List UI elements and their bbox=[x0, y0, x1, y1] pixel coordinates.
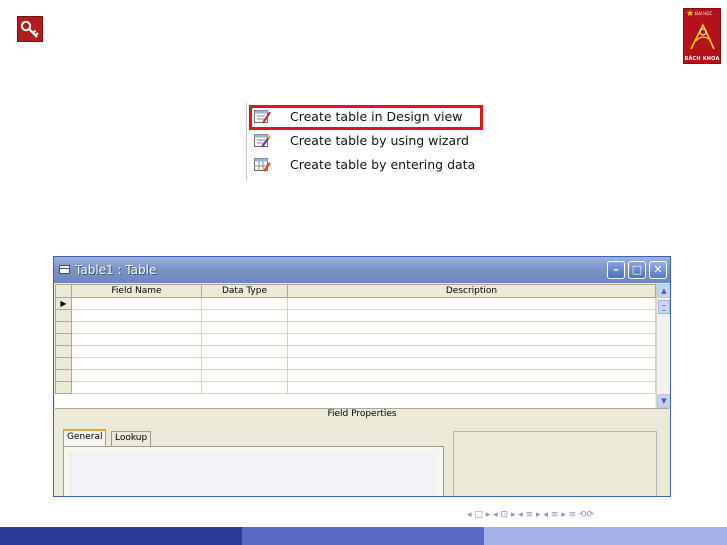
table-row[interactable] bbox=[55, 357, 656, 370]
row-selector[interactable] bbox=[55, 333, 72, 346]
field-name-cell[interactable] bbox=[71, 345, 202, 358]
field-properties-label: Field Properties bbox=[55, 408, 669, 422]
row-selector[interactable]: ▶ bbox=[55, 297, 72, 310]
scroll-down-icon[interactable]: ▼ bbox=[657, 394, 670, 408]
tab-lookup[interactable]: Lookup bbox=[111, 431, 152, 446]
field-name-cell[interactable] bbox=[71, 297, 202, 310]
data-type-cell[interactable] bbox=[201, 333, 288, 346]
general-tab-panel bbox=[63, 446, 444, 496]
description-cell[interactable] bbox=[287, 345, 656, 358]
row-selector[interactable] bbox=[55, 345, 72, 358]
logo-top-text: ĐẠI HỌC bbox=[695, 11, 713, 16]
description-cell[interactable] bbox=[287, 297, 656, 310]
table-row[interactable]: ▶ bbox=[55, 297, 656, 310]
logo-emblem bbox=[690, 23, 715, 50]
beamer-nav-symbols[interactable]: ◂ □ ▸ ◂ ⊡ ▸ ◂ ≡ ▸ ◂ ≡ ▸ ≡ ⟲⟳ bbox=[467, 510, 594, 520]
data-type-cell[interactable] bbox=[201, 309, 288, 322]
row-selector[interactable] bbox=[55, 321, 72, 334]
footer-band-left bbox=[0, 527, 242, 545]
column-header-data-type[interactable]: Data Type bbox=[201, 284, 288, 298]
description-cell[interactable] bbox=[287, 333, 656, 346]
row-selector[interactable] bbox=[55, 381, 72, 394]
data-type-cell[interactable] bbox=[201, 321, 288, 334]
field-name-cell[interactable] bbox=[71, 369, 202, 382]
design-grid: Field Name Data Type Description ▶ bbox=[55, 284, 656, 408]
row-selector[interactable] bbox=[55, 357, 72, 370]
data-type-cell[interactable] bbox=[201, 369, 288, 382]
properties-list bbox=[70, 452, 437, 496]
field-name-cell[interactable] bbox=[71, 321, 202, 334]
window-titlebar[interactable]: Table1 : Table – □ ✕ bbox=[54, 257, 670, 283]
footer-band-right bbox=[484, 527, 727, 545]
table-row[interactable] bbox=[55, 369, 656, 382]
table-row[interactable] bbox=[55, 309, 656, 322]
table-row[interactable] bbox=[55, 345, 656, 358]
help-pane bbox=[453, 431, 657, 496]
table-row[interactable] bbox=[55, 321, 656, 334]
row-selector[interactable] bbox=[55, 309, 72, 322]
grid-body: ▶ bbox=[55, 297, 656, 394]
field-name-cell[interactable] bbox=[71, 333, 202, 346]
star-icon: ★ bbox=[686, 9, 695, 19]
data-type-cell[interactable] bbox=[201, 297, 288, 310]
description-cell[interactable] bbox=[287, 369, 656, 382]
menu-item-label: Create table by entering data bbox=[290, 157, 476, 172]
scroll-up-icon[interactable]: ▲ bbox=[657, 284, 670, 298]
table-row[interactable] bbox=[55, 333, 656, 346]
close-button[interactable]: ✕ bbox=[649, 261, 667, 279]
grid-header-row: Field Name Data Type Description bbox=[55, 284, 656, 298]
description-cell[interactable] bbox=[287, 357, 656, 370]
field-grid: Field Name Data Type Description ▶ bbox=[55, 284, 656, 394]
menu-item-label: Create table by using wizard bbox=[290, 133, 469, 148]
table-icon bbox=[59, 265, 70, 274]
university-logo: ★ ĐẠI HỌC BÁCH KHOA bbox=[683, 8, 721, 64]
menu-item-wizard[interactable]: Create table by using wizard bbox=[251, 130, 483, 152]
field-name-cell[interactable] bbox=[71, 357, 202, 370]
logo-bottom-text: BÁCH KHOA bbox=[684, 56, 720, 62]
row-selector-header bbox=[55, 284, 72, 298]
data-type-cell[interactable] bbox=[201, 381, 288, 394]
field-name-cell[interactable] bbox=[71, 381, 202, 394]
table-row[interactable] bbox=[55, 381, 656, 394]
description-cell[interactable] bbox=[287, 321, 656, 334]
maximize-button[interactable]: □ bbox=[628, 261, 646, 279]
datasheet-icon bbox=[254, 158, 271, 172]
footer-band-middle bbox=[242, 527, 484, 545]
wizard-icon bbox=[254, 134, 271, 148]
column-header-field-name[interactable]: Field Name bbox=[71, 284, 202, 298]
data-type-cell[interactable] bbox=[201, 345, 288, 358]
description-cell[interactable] bbox=[287, 381, 656, 394]
field-name-cell[interactable] bbox=[71, 309, 202, 322]
column-header-description[interactable]: Description bbox=[287, 284, 656, 298]
data-type-cell[interactable] bbox=[201, 357, 288, 370]
highlight-box bbox=[249, 105, 483, 130]
key-icon bbox=[17, 16, 43, 42]
description-cell[interactable] bbox=[287, 309, 656, 322]
row-selector[interactable] bbox=[55, 369, 72, 382]
scroll-thumb[interactable] bbox=[658, 300, 670, 314]
table-design-window: Table1 : Table – □ ✕ Field Name Data Typ… bbox=[53, 256, 671, 497]
tab-general[interactable]: General bbox=[63, 429, 107, 446]
window-title: Table1 : Table bbox=[75, 263, 157, 277]
minimize-button[interactable]: – bbox=[607, 261, 625, 279]
menu-item-entering-data[interactable]: Create table by entering data bbox=[251, 154, 483, 176]
vertical-scrollbar[interactable]: ▲ ▼ bbox=[656, 284, 670, 408]
